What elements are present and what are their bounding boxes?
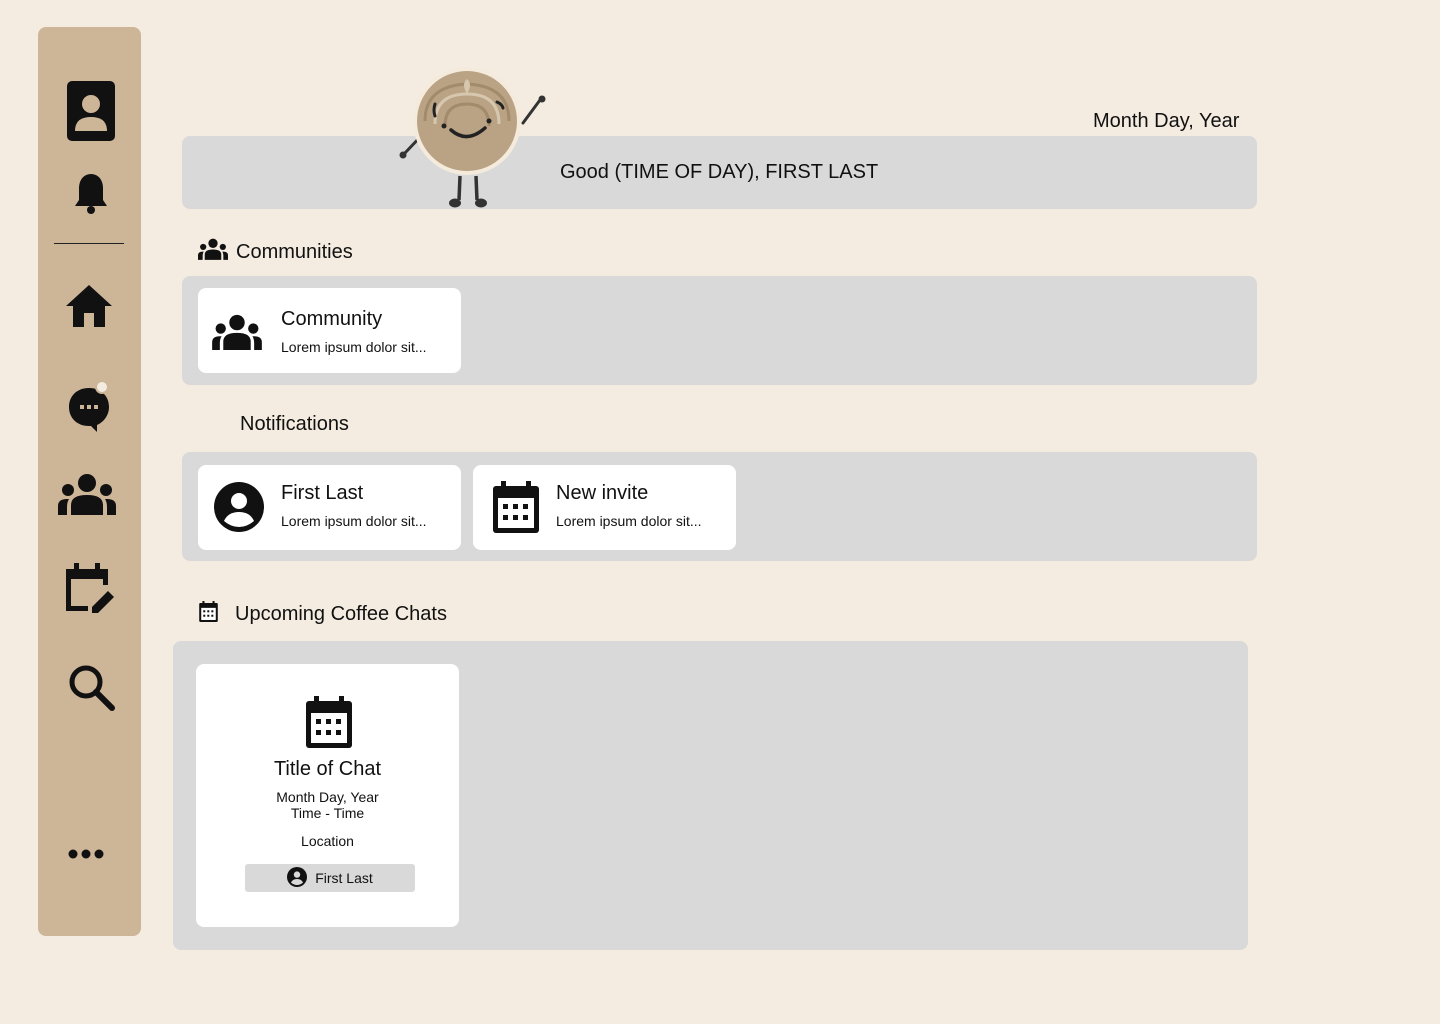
notification-card[interactable]: New invite Lorem ipsum dolor sit...: [473, 465, 736, 550]
community-title: Community: [281, 308, 383, 330]
sidebar-divider: [54, 243, 124, 244]
chat-attendee-chip[interactable]: First Last: [245, 864, 415, 892]
coffee-chat-card[interactable]: Title of Chat Month Day, Year Time - Tim…: [196, 664, 459, 927]
calendar-icon: [493, 481, 539, 538]
chat-date: Month Day, Year: [276, 789, 379, 805]
community-card[interactable]: Community Lorem ipsum dolor sit...: [198, 288, 461, 373]
calendar-edit-icon[interactable]: [63, 562, 115, 614]
calendar-icon: [306, 696, 352, 753]
coffee-chats-heading: Upcoming Coffee Chats: [199, 601, 447, 628]
notifications-title: Notifications: [240, 413, 349, 435]
contact-card-icon[interactable]: [67, 81, 115, 141]
groups-icon: [212, 314, 262, 355]
notifications-panel: First Last Lorem ipsum dolor sit... New …: [182, 452, 1257, 561]
coffee-chats-title: Upcoming Coffee Chats: [235, 603, 447, 625]
greeting-text: Good (TIME OF DAY), FIRST LAST: [560, 161, 879, 183]
chat-time: Time - Time: [290, 805, 365, 821]
bell-icon[interactable]: [72, 172, 110, 216]
notification-title: New invite: [556, 482, 649, 504]
communities-title: Communities: [236, 240, 353, 263]
notification-card[interactable]: First Last Lorem ipsum dolor sit...: [198, 465, 461, 550]
notification-subtitle: Lorem ipsum dolor sit...: [556, 513, 702, 529]
attendee-name: First Last: [315, 870, 373, 886]
chat-bubble-icon[interactable]: [65, 380, 113, 433]
groups-icon[interactable]: [58, 473, 116, 515]
groups-icon: [198, 238, 228, 266]
community-subtitle: Lorem ipsum dolor sit...: [281, 339, 427, 355]
account-circle-icon: [214, 482, 264, 537]
notification-subtitle: Lorem ipsum dolor sit...: [281, 513, 427, 529]
chat-title: Title of Chat: [273, 758, 382, 780]
current-date: Month Day, Year: [1093, 110, 1240, 132]
coffee-mascot-icon: [393, 64, 553, 219]
sidebar: [38, 27, 141, 936]
home-icon[interactable]: [66, 285, 112, 327]
unread-badge: [95, 380, 109, 394]
notifications-heading: Notifications: [240, 413, 349, 436]
communities-panel: Community Lorem ipsum dolor sit...: [182, 276, 1257, 385]
search-icon[interactable]: [66, 662, 116, 712]
more-icon[interactable]: [66, 845, 106, 863]
notification-title: First Last: [281, 482, 364, 504]
calendar-icon: [199, 601, 218, 628]
account-circle-icon: [287, 866, 308, 890]
chat-location: Location: [301, 833, 354, 849]
communities-heading: Communities: [198, 238, 353, 266]
